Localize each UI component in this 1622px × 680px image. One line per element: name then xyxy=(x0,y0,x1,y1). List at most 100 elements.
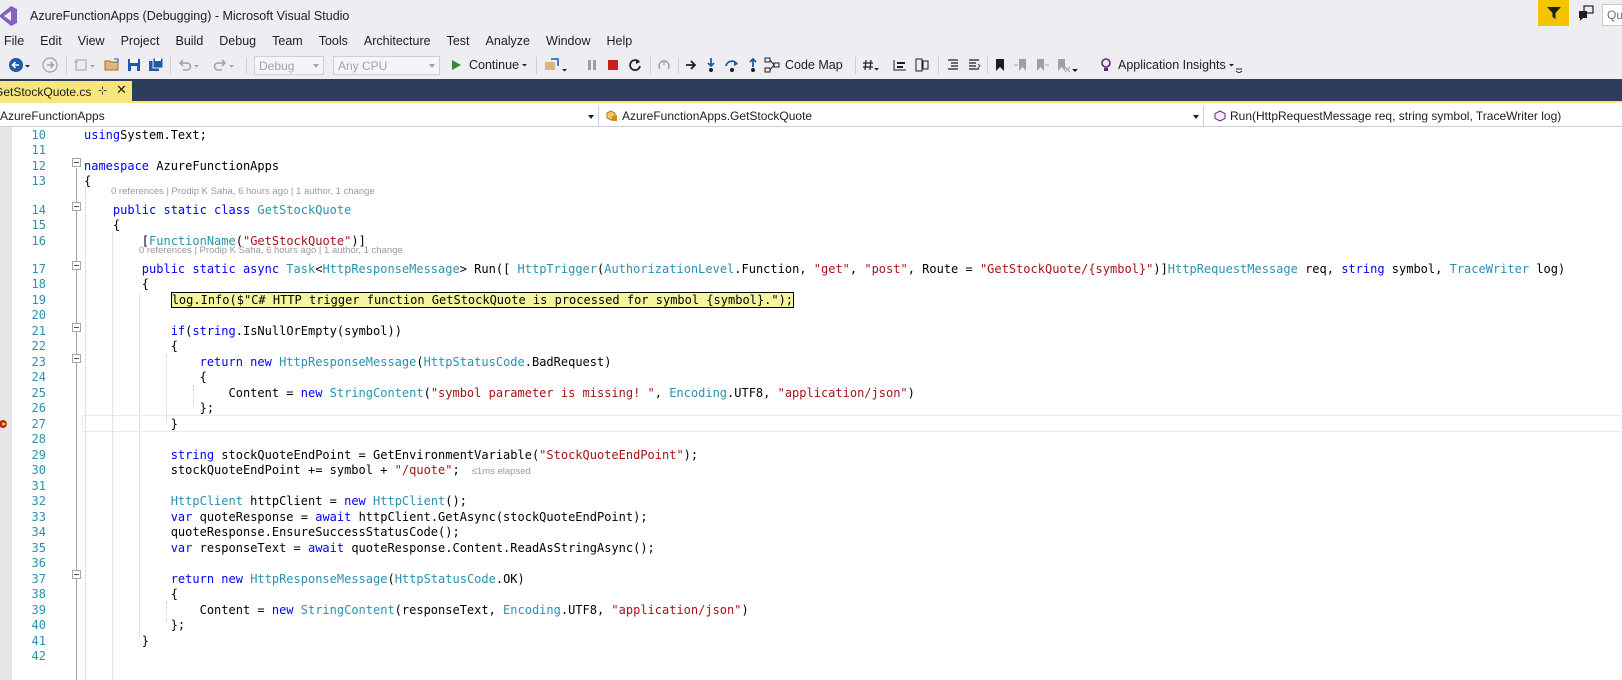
code-line[interactable]: 19 log.Info($"C# HTTP trigger function G… xyxy=(0,292,1622,308)
code-line[interactable]: 32 HttpClient httpClient = new HttpClien… xyxy=(0,493,1622,509)
code-line[interactable]: 27 } xyxy=(0,416,1622,432)
step-over-button[interactable] xyxy=(724,55,740,75)
window-title: AzureFunctionApps (Debugging) - Microsof… xyxy=(30,9,350,23)
stop-debugging-button[interactable] xyxy=(605,55,621,75)
member-dropdown[interactable]: Run(HttpRequestMessage req, string symbo… xyxy=(1210,106,1622,126)
code-token: { xyxy=(84,587,178,601)
code-line[interactable]: 40 }; xyxy=(0,617,1622,633)
code-line[interactable]: 36 xyxy=(0,555,1622,571)
hexadecimal-display-button[interactable] xyxy=(862,55,880,75)
menu-file[interactable]: File xyxy=(0,34,32,48)
menu-build[interactable]: Build xyxy=(167,34,211,48)
undo-button[interactable] xyxy=(177,55,200,75)
line-number: 17 xyxy=(31,262,46,276)
class-icon xyxy=(606,110,617,121)
code-line[interactable]: 17 public static async Task<HttpResponse… xyxy=(0,261,1622,277)
menu-analyze[interactable]: Analyze xyxy=(478,34,538,48)
toolbar-separator xyxy=(650,57,651,74)
code-line[interactable]: 25 Content = new StringContent("symbol p… xyxy=(0,385,1622,401)
next-bookmark-button[interactable] xyxy=(1034,55,1050,75)
application-insights-button[interactable]: Application Insights xyxy=(1099,55,1236,75)
apply-code-changes-button[interactable] xyxy=(656,55,672,75)
code-line[interactable]: 31 xyxy=(0,478,1622,494)
code-line[interactable]: 26 }; xyxy=(0,400,1622,416)
menu-view[interactable]: View xyxy=(70,34,113,48)
menu-project[interactable]: Project xyxy=(113,34,168,48)
navigate-forward-button[interactable] xyxy=(42,55,58,75)
notification-filter-button[interactable] xyxy=(1538,0,1569,26)
comment-lines-icon xyxy=(948,59,958,70)
menu-window[interactable]: Window xyxy=(538,34,598,48)
code-line[interactable]: 10 usingSystem.Text; xyxy=(0,127,1622,143)
code-line[interactable]: 37 return new HttpResponseMessage(HttpSt… xyxy=(0,571,1622,587)
pin-icon[interactable]: ⊹ xyxy=(98,84,107,97)
code-line[interactable]: 18 { xyxy=(0,276,1622,292)
close-icon[interactable]: ✕ xyxy=(116,82,127,98)
type-dropdown[interactable]: AzureFunctionApps.GetStockQuote xyxy=(604,106,1204,126)
code-line[interactable]: 21 if(string.IsNullOrEmpty(symbol)) xyxy=(0,323,1622,339)
new-project-button[interactable] xyxy=(73,55,96,75)
menu-architecture[interactable]: Architecture xyxy=(356,34,439,48)
code-line[interactable]: 15 { xyxy=(0,217,1622,233)
navigate-back-button[interactable] xyxy=(8,55,31,75)
menu-help[interactable]: Help xyxy=(598,34,640,48)
code-line[interactable]: 41 } xyxy=(0,633,1622,649)
tab-getstockquote-cs[interactable]: GetStockQuote.cs ⊹ ✕ xyxy=(0,81,132,103)
code-line[interactable]: 34 quoteResponse.EnsureSuccessStatusCode… xyxy=(0,524,1622,540)
code-line[interactable]: 28 xyxy=(0,431,1622,447)
code-line[interactable]: 13 { xyxy=(0,173,1622,189)
quick-launch-input[interactable]: Qu xyxy=(1602,4,1622,26)
code-line[interactable]: 20 xyxy=(0,307,1622,323)
step-into-button[interactable] xyxy=(704,55,718,75)
debug-target-button[interactable] xyxy=(543,55,568,75)
code-token: log) xyxy=(1529,262,1566,276)
code-token: "symbol parameter is missing! " xyxy=(430,386,655,400)
menu-test[interactable]: Test xyxy=(439,34,478,48)
solution-platform-dropdown[interactable]: Any CPU xyxy=(333,56,440,75)
code-line[interactable]: 42 xyxy=(0,648,1622,664)
code-line[interactable]: 22 { xyxy=(0,338,1622,354)
menu-team[interactable]: Team xyxy=(264,34,311,48)
code-line[interactable]: 35 var responseText = await quoteRespons… xyxy=(0,540,1622,556)
clear-bookmarks-button[interactable] xyxy=(1055,55,1079,75)
toggle-bookmark-button[interactable] xyxy=(993,55,1007,75)
code-map-icon xyxy=(764,57,780,73)
code-map-button[interactable]: Code Map xyxy=(764,55,843,75)
show-next-statement-button[interactable] xyxy=(684,55,698,75)
code-line[interactable]: 12 namespace AzureFunctionApps xyxy=(0,158,1622,174)
uncomment-button[interactable] xyxy=(966,55,982,75)
step-out-button[interactable] xyxy=(746,55,760,75)
code-text: log.Info($"C# HTTP trigger function GetS… xyxy=(84,292,795,308)
project-dropdown[interactable]: AzureFunctionApps xyxy=(0,106,599,126)
feedback-icon[interactable] xyxy=(1577,4,1595,22)
perf-tip[interactable]: ≤1ms elapsed xyxy=(472,466,531,477)
code-line[interactable]: 29 string stockQuoteEndPoint = GetEnviro… xyxy=(0,447,1622,463)
code-line[interactable]: 24 { xyxy=(0,369,1622,385)
show-stack-frame-button[interactable] xyxy=(914,55,930,75)
menu-debug[interactable]: Debug xyxy=(211,34,264,48)
solution-configuration-dropdown[interactable]: Debug xyxy=(254,56,324,75)
code-line[interactable]: 30 stockQuoteEndPoint += symbol + "/quot… xyxy=(0,462,1622,478)
code-line[interactable]: 11 xyxy=(0,142,1622,158)
comment-out-button[interactable] xyxy=(945,55,961,75)
save-all-button[interactable] xyxy=(148,55,164,75)
break-all-button[interactable] xyxy=(584,55,600,75)
code-line[interactable]: 38 { xyxy=(0,586,1622,602)
code-editor[interactable]: 0 references | Prodip K Saha, 6 hours ag… xyxy=(0,127,1622,680)
method-icon xyxy=(1214,110,1226,122)
show-threads-button[interactable] xyxy=(892,55,908,75)
menu-tools[interactable]: Tools xyxy=(311,34,356,48)
restart-button[interactable] xyxy=(627,55,643,75)
code-line[interactable]: 33 var quoteResponse = await httpClient.… xyxy=(0,509,1622,525)
redo-button[interactable] xyxy=(212,55,235,75)
previous-bookmark-button[interactable] xyxy=(1013,55,1029,75)
code-line[interactable]: 16 [FunctionName("GetStockQuote")] xyxy=(0,233,1622,249)
code-line[interactable]: 39 Content = new StringContent(responseT… xyxy=(0,602,1622,618)
menu-edit[interactable]: Edit xyxy=(32,34,70,48)
code-line[interactable]: 14 public static class GetStockQuote xyxy=(0,202,1622,218)
save-button[interactable] xyxy=(126,55,142,75)
continue-button[interactable]: Continue xyxy=(449,55,529,75)
code-line[interactable]: 23 return new HttpResponseMessage(HttpSt… xyxy=(0,354,1622,370)
open-file-button[interactable] xyxy=(104,55,120,75)
toolbar-overflow-button[interactable] xyxy=(1235,55,1243,75)
